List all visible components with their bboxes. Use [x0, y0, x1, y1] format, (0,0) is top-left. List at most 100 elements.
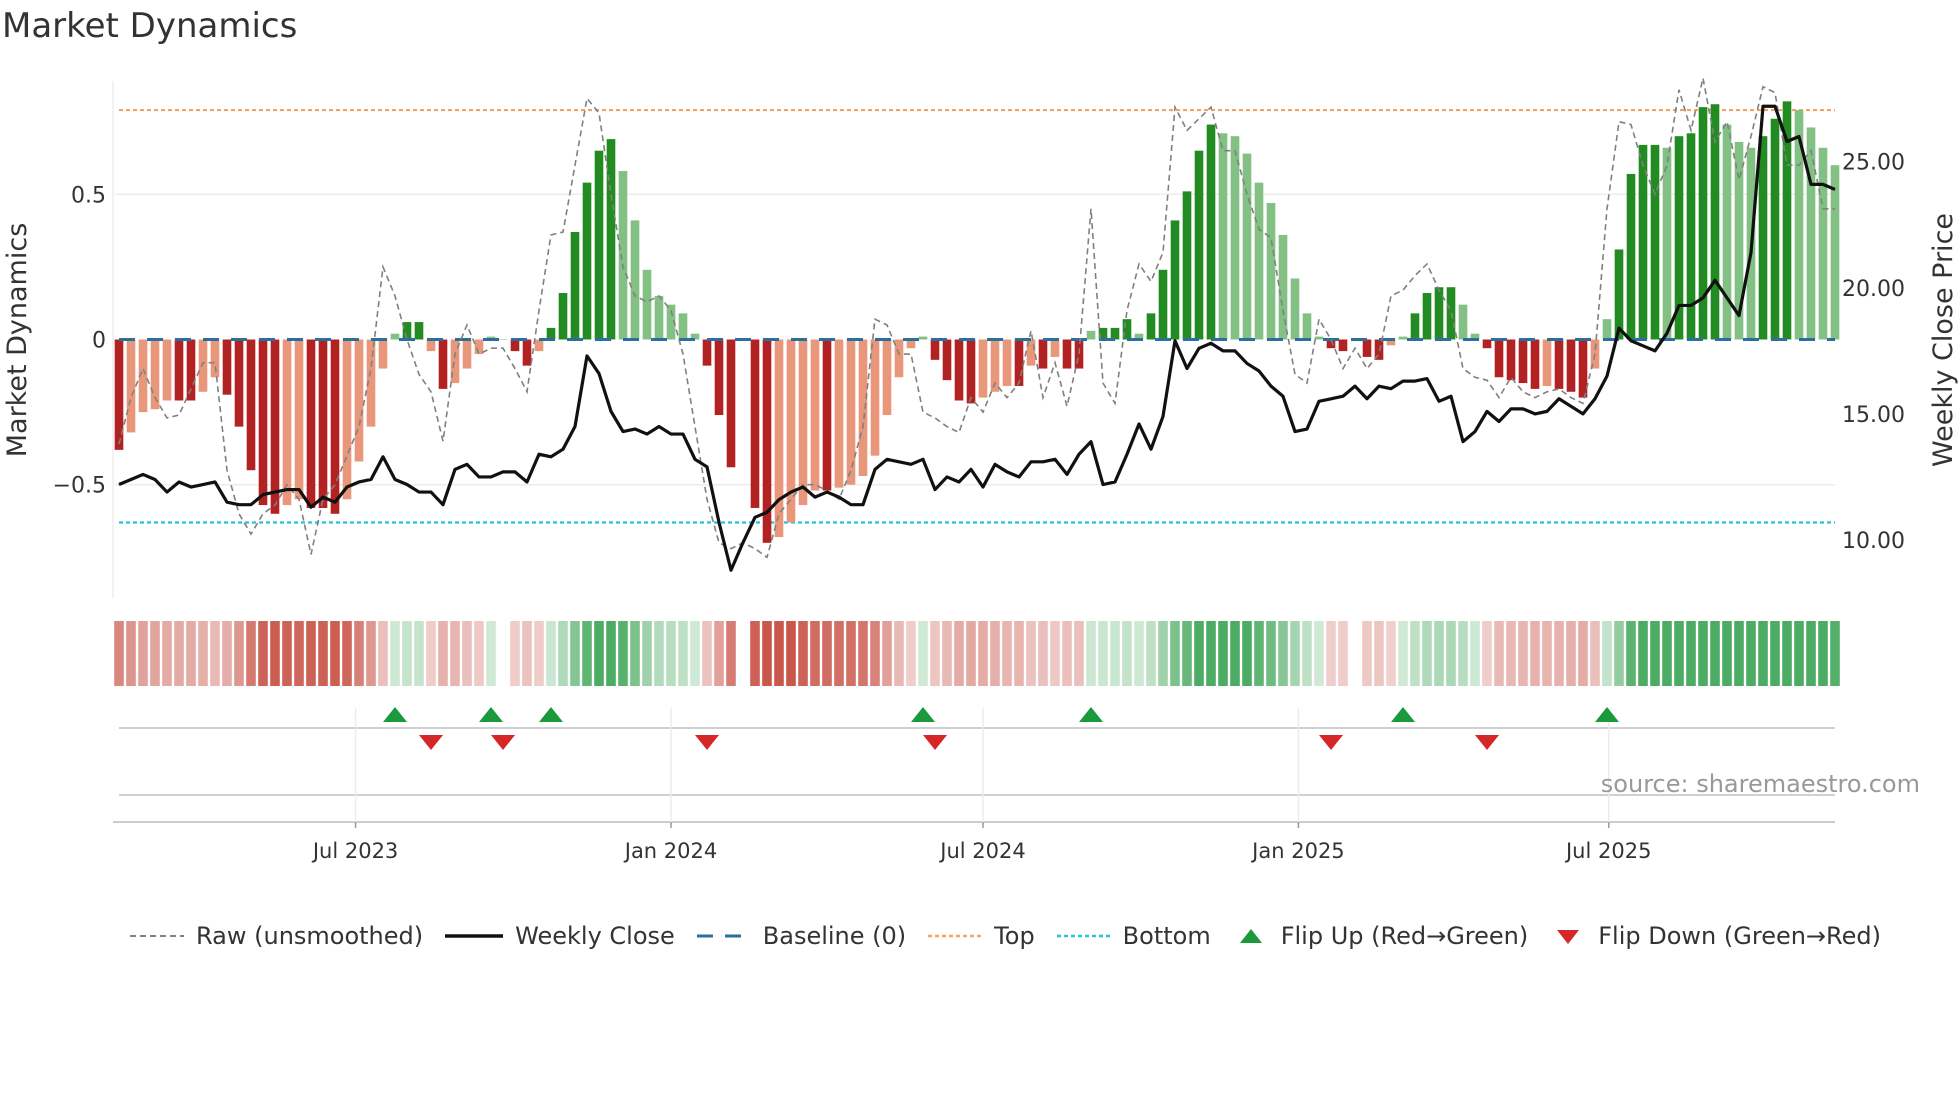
- regime-strip-cell: [882, 621, 892, 686]
- regime-strip-cell: [174, 621, 184, 686]
- regime-strip-cell: [1494, 621, 1504, 686]
- regime-strip-cell: [990, 621, 1000, 686]
- momentum-bar: [594, 150, 604, 340]
- momentum-bar: [390, 333, 400, 340]
- regime-strip-cell: [1518, 621, 1528, 686]
- regime-strip-cell: [1722, 621, 1732, 686]
- momentum-bar: [1626, 173, 1636, 340]
- regime-strip-cell: [306, 621, 316, 686]
- momentum-bar: [1662, 147, 1672, 340]
- regime-strip-cell: [1578, 621, 1588, 686]
- flip-up-marker: [383, 707, 407, 722]
- regime-strip-cell: [1314, 621, 1324, 686]
- regime-strip-cell: [1554, 621, 1564, 686]
- regime-strip-cell: [438, 621, 448, 686]
- momentum-bar: [1302, 313, 1312, 340]
- momentum-bar: [1434, 287, 1444, 340]
- momentum-bar: [342, 339, 352, 500]
- dotted-cyan-line-icon: [1056, 934, 1111, 938]
- momentum-bar: [1038, 339, 1048, 369]
- momentum-bar: [1830, 165, 1840, 340]
- regime-strip-cell: [1374, 621, 1384, 686]
- regime-strip-cell: [702, 621, 712, 686]
- flip-up-marker: [539, 707, 563, 722]
- regime-strip-cell: [810, 621, 820, 686]
- regime-strip-cell: [1122, 621, 1132, 686]
- momentum-bar: [846, 339, 856, 485]
- momentum-bar: [858, 339, 868, 477]
- regime-strip-cell: [1746, 621, 1756, 686]
- flip-up-marker: [911, 707, 935, 722]
- momentum-bar: [282, 339, 292, 506]
- regime-strip-cell: [606, 621, 616, 686]
- legend-label: Flip Up (Red→Green): [1280, 922, 1529, 950]
- regime-strip-cell: [1026, 621, 1036, 686]
- regime-strip-cell: [1614, 621, 1624, 686]
- momentum-bar: [1482, 339, 1492, 349]
- regime-strip-cell: [630, 621, 640, 686]
- regime-strip-cell: [126, 621, 136, 686]
- momentum-bar: [210, 339, 220, 378]
- y2-axis-label: Weekly Close Price: [1928, 213, 1959, 467]
- regime-strip-cell: [198, 621, 208, 686]
- regime-strip-cell: [1698, 621, 1708, 686]
- momentum-bar: [1338, 339, 1348, 352]
- regime-strip-cell: [594, 621, 604, 686]
- regime-strip-cell: [1398, 621, 1408, 686]
- regime-strip-cell: [462, 621, 472, 686]
- momentum-bar: [882, 339, 892, 416]
- legend-item-baseline: Baseline (0): [695, 922, 906, 950]
- regime-strip-cell: [966, 621, 976, 686]
- regime-strip-cell: [534, 621, 544, 686]
- momentum-bar: [1194, 150, 1204, 340]
- regime-strip-cell: [570, 621, 580, 686]
- momentum-bar: [1086, 330, 1096, 340]
- legend-label: Flip Down (Green→Red): [1598, 922, 1881, 950]
- regime-strip-cell: [678, 621, 688, 686]
- momentum-bar: [198, 339, 208, 392]
- momentum-bar: [378, 339, 388, 369]
- y-tick-label: −0.5: [53, 474, 106, 499]
- momentum-bar: [1146, 313, 1156, 340]
- flip-down-marker: [419, 735, 443, 750]
- regime-strip-cell: [1470, 621, 1480, 686]
- regime-strip-cell: [318, 621, 328, 686]
- regime-strip-cell: [906, 621, 916, 686]
- regime-strip-cell: [1266, 621, 1276, 686]
- y-tick-label: 0.5: [71, 183, 106, 208]
- momentum-bar: [1494, 339, 1504, 378]
- momentum-bar: [1362, 339, 1372, 357]
- regime-strip-cell: [930, 621, 940, 686]
- momentum-bar: [1398, 336, 1408, 340]
- regime-strip-cell: [414, 621, 424, 686]
- regime-strip-cell: [1134, 621, 1144, 686]
- regime-strip-cell: [954, 621, 964, 686]
- momentum-bar: [1554, 339, 1564, 389]
- legend-label: Weekly Close: [515, 922, 675, 950]
- momentum-bar: [1290, 278, 1300, 340]
- y2-tick-label: 10.00: [1842, 529, 1905, 554]
- regime-strip-cell: [834, 621, 844, 686]
- momentum-bar: [234, 339, 244, 427]
- regime-strip-cell: [1626, 621, 1636, 686]
- regime-strip-cell: [726, 621, 736, 686]
- x-tick-label: Jul 2023: [311, 839, 398, 863]
- momentum-bar: [318, 339, 328, 508]
- momentum-bar: [126, 339, 136, 433]
- regime-strip-cell: [1206, 621, 1216, 686]
- flip-down-marker: [923, 735, 947, 750]
- momentum-bar: [726, 339, 736, 468]
- regime-strip-cell: [510, 621, 520, 686]
- regime-strip-cell: [1590, 621, 1600, 686]
- regime-strip-cell: [246, 621, 256, 686]
- regime-strip-cell: [786, 621, 796, 686]
- momentum-bar: [1062, 339, 1072, 369]
- momentum-bar: [702, 339, 712, 366]
- regime-strip-cell: [1362, 621, 1372, 686]
- regime-strip-cell: [1194, 621, 1204, 686]
- regime-strip-cell: [1326, 621, 1336, 686]
- regime-strip-cell: [654, 621, 664, 686]
- regime-strip-cell: [666, 621, 676, 686]
- momentum-bar: [498, 339, 508, 340]
- legend-label: Baseline (0): [762, 922, 907, 950]
